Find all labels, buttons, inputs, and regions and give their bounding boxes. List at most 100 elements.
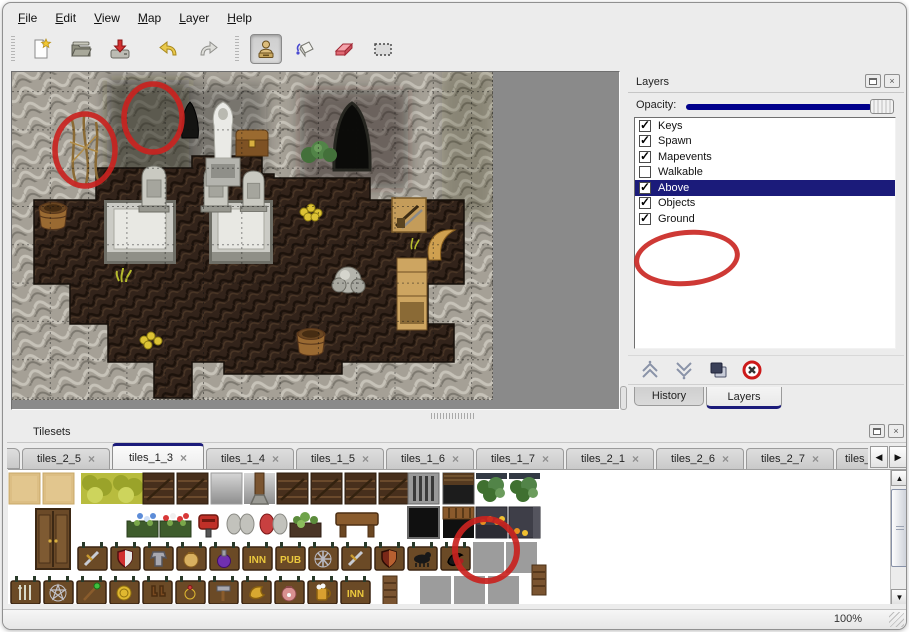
tab-close-icon[interactable]: ×: [542, 453, 549, 465]
layer-row-spawn[interactable]: ✓Spawn: [635, 134, 895, 150]
tileset-tile-post_tall[interactable]: [532, 565, 546, 595]
tileset-tile-sign_potion[interactable]: [210, 542, 239, 570]
tileset-tile-flowers_green[interactable]: [290, 512, 321, 537]
tileset-tile-sand[interactable]: [43, 473, 74, 504]
tileset-tile-oval_red[interactable]: [260, 514, 287, 534]
new-map-button[interactable]: [26, 34, 58, 64]
eraser-tool-button[interactable]: [328, 34, 360, 64]
layer-row-objects[interactable]: ✓Objects: [635, 196, 895, 212]
menu-item-file[interactable]: File: [9, 8, 46, 28]
scroll-tabs-left-button[interactable]: ◀: [870, 446, 888, 468]
redo-button[interactable]: [192, 34, 224, 64]
tileset-tile-ovals[interactable]: [227, 514, 254, 534]
tileset-tile-post[interactable]: [244, 473, 275, 504]
stamp-tool-button[interactable]: [250, 34, 282, 64]
tileset-image[interactable]: INNPUBINN: [8, 470, 888, 604]
fill-tool-button[interactable]: [289, 34, 321, 64]
toolbar-grip[interactable]: [235, 36, 239, 62]
layer-visibility-checkbox[interactable]: [639, 166, 651, 178]
vertical-splitter-handle[interactable]: [620, 386, 627, 410]
scroll-down-button[interactable]: ▼: [891, 589, 907, 604]
tileset-tile-blackdoor[interactable]: [408, 507, 439, 538]
layer-row-keys[interactable]: ✓Keys: [635, 118, 895, 134]
undo-button[interactable]: [153, 34, 185, 64]
float-panel-button[interactable]: [865, 74, 881, 88]
tileset-tab-tiles_2_6[interactable]: tiles_2_6×: [656, 448, 744, 469]
opacity-slider[interactable]: [686, 99, 894, 114]
tileset-tile-sign_utensils[interactable]: [11, 576, 40, 604]
tileset-tab-tiles_2[interactable]: tiles_2×: [836, 448, 868, 469]
tileset-tile-shutter[interactable]: [443, 473, 474, 504]
tab-close-icon[interactable]: ×: [812, 453, 819, 465]
tileset-tile-sign_ring[interactable]: [176, 576, 205, 604]
tileset-tile-bush[interactable]: [112, 473, 143, 504]
tileset-tile-flowers_red[interactable]: [160, 513, 191, 537]
move-layer-down-button[interactable]: [672, 358, 696, 382]
close-panel-button[interactable]: ×: [884, 74, 900, 88]
tab-close-icon[interactable]: ×: [632, 453, 639, 465]
tileset-tile-sign_sword[interactable]: [342, 542, 371, 570]
tileset-tab-tiles_2_7[interactable]: tiles_2_7×: [746, 448, 834, 469]
tileset-tile-plank[interactable]: [177, 473, 208, 504]
tilesets-panel-titlebar[interactable]: Tilesets ×: [7, 421, 907, 443]
tileset-tile-table[interactable]: [336, 513, 378, 537]
tileset-tile-sign_sword[interactable]: [78, 542, 107, 570]
tileset-tile-greenhang[interactable]: [476, 473, 507, 502]
select-tool-button[interactable]: [367, 34, 399, 64]
menu-item-view[interactable]: View: [85, 8, 129, 28]
tileset-tile-gray[interactable]: [473, 542, 504, 573]
tileset-tile-sign_boots[interactable]: [143, 576, 172, 604]
tileset-tile-graygrad[interactable]: [211, 473, 242, 504]
tileset-tab-tiles_2_1[interactable]: tiles_2_1×: [566, 448, 654, 469]
tileset-tab-tiles_1_7[interactable]: tiles_1_7×: [476, 448, 564, 469]
tileset-tile-sign_pouch[interactable]: [177, 542, 206, 570]
tileset-tile-sign_pentagram[interactable]: [44, 576, 73, 604]
clipped-tab-stub[interactable]: [7, 448, 20, 469]
layer-visibility-checkbox[interactable]: ✓: [639, 182, 651, 194]
delete-layer-button[interactable]: [740, 358, 764, 382]
toolbar-grip[interactable]: [11, 36, 15, 62]
tileset-tile-mailbox[interactable]: [199, 515, 218, 537]
layers-panel-titlebar[interactable]: Layers ×: [628, 71, 904, 93]
layer-visibility-checkbox[interactable]: ✓: [639, 120, 651, 132]
tileset-tile-greenhang[interactable]: [509, 473, 540, 502]
tileset-viewport[interactable]: INNPUBINN ▲ ▼: [8, 469, 907, 604]
menu-item-layer[interactable]: Layer: [170, 8, 218, 28]
layer-row-above[interactable]: ✓Above: [635, 180, 895, 196]
tileset-tile-sign_coin[interactable]: [110, 576, 139, 604]
layer-row-walkable[interactable]: Walkable: [635, 165, 895, 181]
tileset-tile-plank[interactable]: [379, 473, 410, 504]
tileset-tile-plank[interactable]: [277, 473, 308, 504]
menu-item-help[interactable]: Help: [218, 8, 261, 28]
slider-handle[interactable]: [870, 99, 894, 114]
horizontal-splitter-handle[interactable]: [431, 413, 475, 419]
scroll-up-button[interactable]: ▲: [891, 470, 907, 486]
tileset-tile-sign_wheel[interactable]: [309, 542, 338, 570]
save-map-button[interactable]: [104, 34, 136, 64]
tileset-tile-plank[interactable]: [311, 473, 342, 504]
tileset-tile-bush[interactable]: [81, 473, 112, 504]
layer-visibility-checkbox[interactable]: ✓: [639, 213, 651, 225]
dock-tab-history[interactable]: History: [634, 387, 704, 406]
tileset-tile-plank[interactable]: [143, 473, 174, 504]
layer-visibility-checkbox[interactable]: ✓: [639, 135, 651, 147]
tab-close-icon[interactable]: ×: [722, 453, 729, 465]
map-canvas[interactable]: [12, 72, 619, 409]
tab-close-icon[interactable]: ×: [180, 452, 187, 464]
tileset-tile-sign_emblem[interactable]: [242, 576, 271, 604]
tileset-tile-sign_shield[interactable]: [111, 542, 140, 570]
resize-grip[interactable]: [889, 612, 904, 627]
tileset-tile-gray[interactable]: [420, 576, 451, 604]
tileset-tile-sign_inn[interactable]: INN: [243, 542, 272, 570]
tileset-tile-sand[interactable]: [9, 473, 40, 504]
open-map-button[interactable]: [65, 34, 97, 64]
tileset-tile-sign_shield2[interactable]: [375, 542, 404, 570]
layers-list[interactable]: ✓Keys✓Spawn✓MapeventsWalkable✓Above✓Obje…: [634, 117, 896, 349]
tileset-tile-sign_armor[interactable]: [144, 542, 173, 570]
tileset-tab-tiles_1_6[interactable]: tiles_1_6×: [386, 448, 474, 469]
layer-visibility-checkbox[interactable]: ✓: [639, 151, 651, 163]
tab-close-icon[interactable]: ×: [362, 453, 369, 465]
scroll-tabs-right-button[interactable]: ▶: [889, 446, 907, 468]
float-panel-button[interactable]: [869, 424, 885, 438]
tileset-tile-sign_beer[interactable]: [308, 576, 337, 604]
